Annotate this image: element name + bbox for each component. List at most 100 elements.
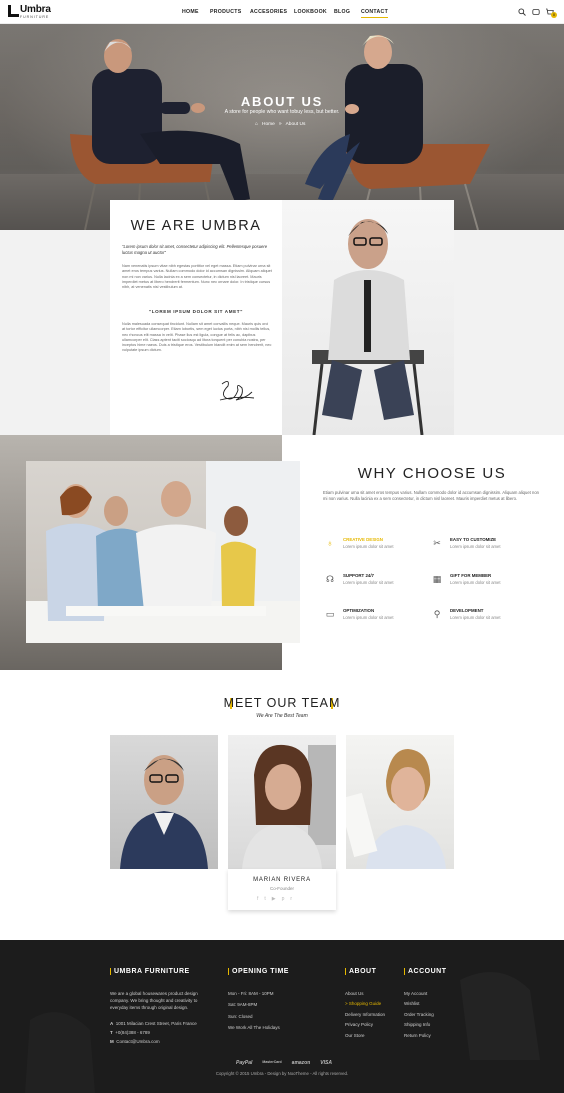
signature xyxy=(219,381,255,401)
breadcrumb-home[interactable]: Home xyxy=(262,122,275,127)
twitter-icon[interactable]: t xyxy=(264,896,265,902)
hours-weekday: Mon - Fri: 8AM - 10PM xyxy=(228,991,274,996)
payment-methods: PayPal MasterCard amazon VISA xyxy=(236,1060,332,1066)
feature-title: DEVELOPMENT xyxy=(450,608,484,613)
about-card xyxy=(110,200,282,435)
feature-title: CREATIVE DESIGN xyxy=(343,537,383,542)
team-member-name: MARIAN RIVERA xyxy=(253,877,311,883)
logo[interactable]: Umbra FURNITURE xyxy=(8,5,51,19)
team-member-1-photo xyxy=(120,755,208,869)
feature-title: EASY TO CUSTOMIZE xyxy=(450,537,497,542)
feature-desc: Lorem ipsum dolor sit amet xyxy=(450,544,501,549)
hours-sunday: Sun: Closed xyxy=(228,1014,253,1019)
nav-contact[interactable]: CONTACT xyxy=(361,9,389,18)
youtube-icon[interactable]: ▶ xyxy=(272,896,276,902)
monitor-icon: ▭ xyxy=(325,609,335,619)
team-member-social: f t ▶ p r xyxy=(257,896,292,902)
link-privacy-policy[interactable]: Privacy Policy xyxy=(345,1022,373,1027)
hero-title: ABOUT US xyxy=(240,94,324,109)
link-shipping-info[interactable]: Shipping Info xyxy=(404,1022,430,1027)
visa-logo: VISA xyxy=(320,1060,332,1066)
copyright: Copyright © 2015 Umbra - Design by NooTh… xyxy=(215,1071,349,1076)
breadcrumb-current: About Us xyxy=(285,121,306,127)
why-title: WHY CHOOSE US xyxy=(357,465,507,482)
link-my-account[interactable]: My Account xyxy=(404,991,427,996)
team-member-2[interactable] xyxy=(228,735,336,869)
nav-accessories[interactable]: ACCESORIES xyxy=(250,9,287,15)
team-photo-illustration xyxy=(26,461,300,643)
link-wishlist[interactable]: Wishlist xyxy=(404,1001,420,1006)
team-subtitle: We Are The Best Team xyxy=(256,713,308,719)
feature-desc: Lorem ipsum dolor sit amet xyxy=(343,580,394,585)
about-portrait xyxy=(282,200,454,436)
feature-desc: Lorem ipsum dolor sit amet xyxy=(343,615,394,620)
breadcrumb-separator-icon: » xyxy=(278,121,282,127)
feature-title: OPTIMIZATION xyxy=(343,608,375,613)
portrait-photo xyxy=(312,219,424,436)
link-about-us[interactable]: About Us xyxy=(345,991,364,996)
footer-about-text-3: everyday items through original design. xyxy=(110,1005,189,1010)
link-shopping-guide[interactable]: > Shopping Guide xyxy=(345,1001,381,1006)
footer-col4-title: ACCOUNT xyxy=(404,968,447,975)
link-our-store[interactable]: Our Store xyxy=(345,1033,365,1038)
team-member-3[interactable] xyxy=(346,735,454,869)
team-member-3-photo xyxy=(346,749,446,869)
footer-col1-title: UMBRA FURNITURE xyxy=(110,968,190,975)
breadcrumb: ⌂ Home » About Us xyxy=(255,121,305,127)
team-member-role: Co-Founder xyxy=(269,886,294,891)
address-icon: A xyxy=(110,1021,114,1026)
address-text: 1001 Milacian Crest Street, Paris France xyxy=(115,1021,197,1026)
link-delivery-info[interactable]: Delivery Information xyxy=(345,1012,385,1017)
search-icon[interactable] xyxy=(518,8,526,16)
about-paragraph-2: Nulla malesuada consequat tincidunt. Nul… xyxy=(122,322,272,353)
nav-blog[interactable]: BLOG xyxy=(334,9,350,15)
wishlist-icon[interactable] xyxy=(532,8,540,16)
facebook-icon[interactable]: f xyxy=(257,896,258,902)
logo-text: Umbra xyxy=(20,4,51,15)
mastercard-logo: MasterCard xyxy=(262,1060,282,1064)
team-member-1[interactable] xyxy=(110,735,218,869)
logo-mark xyxy=(8,5,19,17)
footer-about-text-2: company. We bring thought and creativity… xyxy=(110,998,198,1003)
logo-subtext: FURNITURE xyxy=(20,15,50,19)
rss-icon[interactable]: r xyxy=(290,896,292,902)
why-intro: Etiam pulvinar urna sit amet eros tempus… xyxy=(323,490,539,501)
nav-products[interactable]: PRODUCTS xyxy=(210,9,242,15)
footer-col3-title: ABOUT xyxy=(345,968,376,975)
hero-subtitle: A store for people who want tobuy less, … xyxy=(224,109,340,115)
team-title: MEET OUR TEAM xyxy=(223,696,341,710)
nav-home[interactable]: HOME xyxy=(182,9,199,15)
footer-col2-title: OPENING TIME xyxy=(228,968,289,975)
feature-desc: Lorem ipsum dolor sit amet xyxy=(450,615,501,620)
mail-icon: M xyxy=(110,1039,114,1044)
feature-title: GIFT FOR MEMBER xyxy=(450,573,492,578)
nav-lookbook[interactable]: LOOKBOOK xyxy=(294,9,327,15)
tools-icon: ✂ xyxy=(433,538,441,548)
cart-count-badge: 0 xyxy=(551,12,557,18)
link-order-tracking[interactable]: Order Tracking xyxy=(404,1012,434,1017)
team-member-2-photo xyxy=(242,744,336,869)
feature-title: SUPPORT 24/7 xyxy=(343,573,374,578)
footer-address: A 1001 Milacian Crest Street, Paris Fran… xyxy=(110,1020,197,1027)
footer-phone: T +0(84)388 - 6789 xyxy=(110,1029,150,1036)
hours-holidays: We Work All The Holidays xyxy=(228,1025,280,1030)
gift-icon: ▦ xyxy=(432,574,442,584)
phone-icon: T xyxy=(110,1030,113,1035)
feature-desc: Lorem ipsum dolor sit amet xyxy=(450,580,501,585)
headset-icon: ☊ xyxy=(326,574,334,584)
feature-desc: Lorem ipsum dolor sit amet xyxy=(343,544,394,549)
lightbulb-icon: ♁ xyxy=(326,538,334,548)
brush-icon: ⚲ xyxy=(433,609,441,619)
amazon-logo: amazon xyxy=(291,1060,311,1066)
about-lead-quote: "Lorem ipsum dolor sit amet, consectetur… xyxy=(122,244,268,255)
pinterest-icon[interactable]: p xyxy=(282,896,285,902)
about-pull-quote: "LOREM IPSUM DOLOR SIT AMET" xyxy=(149,309,243,314)
hours-saturday: Sat: 9AM-8PM xyxy=(228,1002,258,1007)
email-text[interactable]: Contact@Umbra.com xyxy=(116,1039,159,1044)
paypal-logo: PayPal xyxy=(236,1060,253,1066)
footer-about-text-1: We are a global housewares product desig… xyxy=(110,991,198,996)
link-return-policy[interactable]: Return Policy xyxy=(404,1033,431,1038)
footer-email[interactable]: M Contact@Umbra.com xyxy=(110,1038,160,1045)
home-icon: ⌂ xyxy=(255,121,259,127)
team-working-photo xyxy=(26,461,300,643)
